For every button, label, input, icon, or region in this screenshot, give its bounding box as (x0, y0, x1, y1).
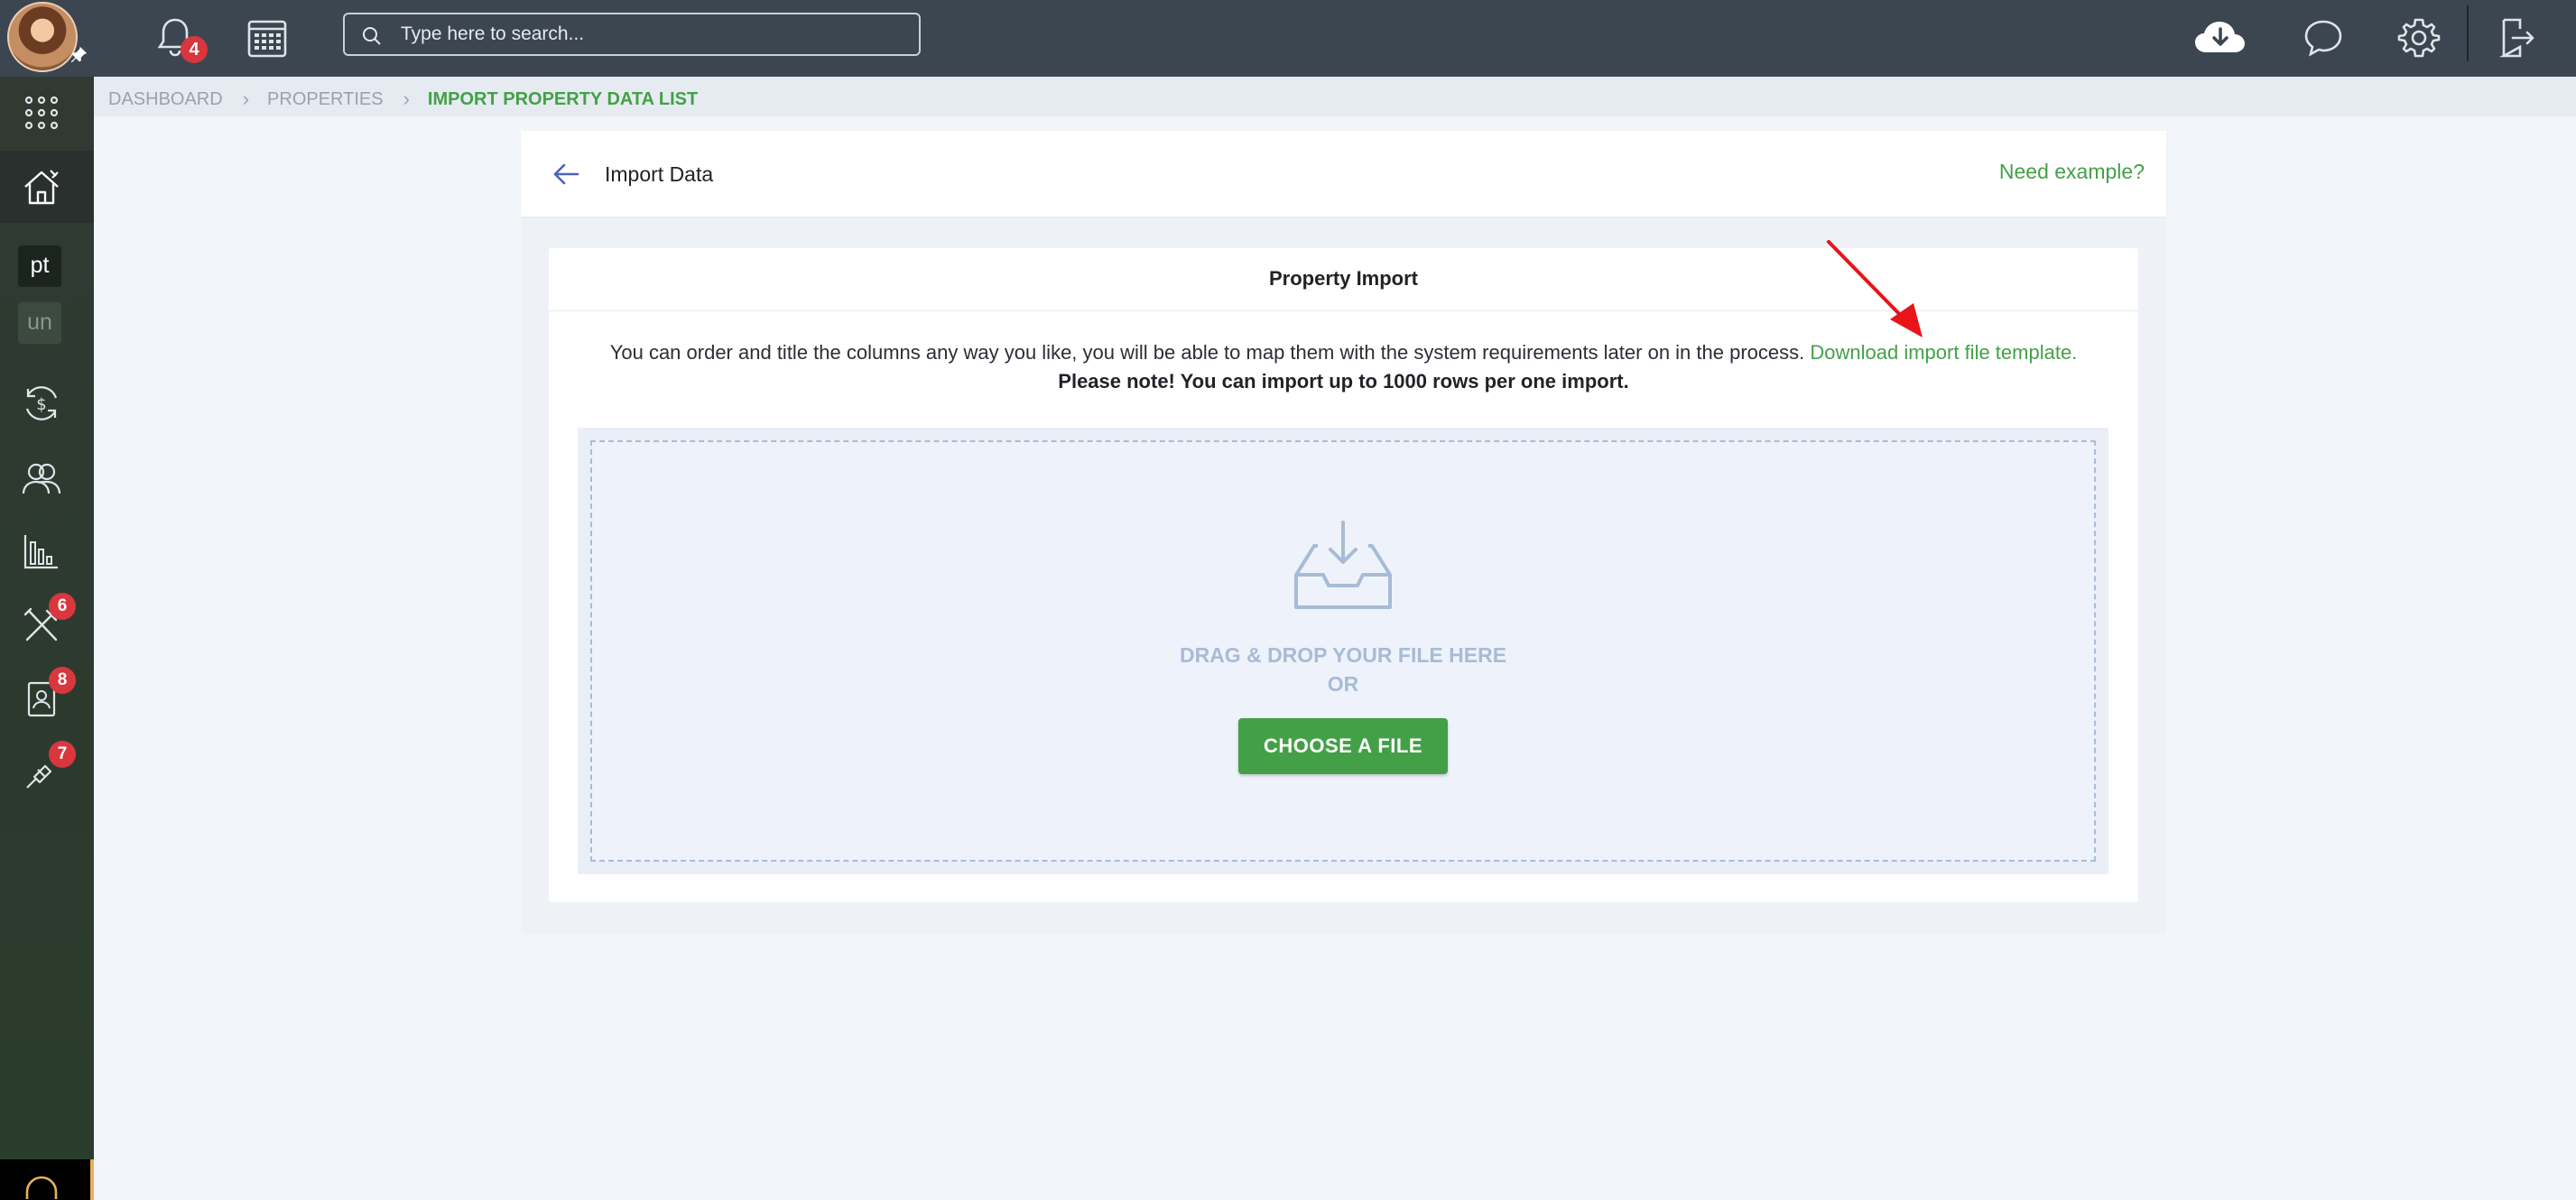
sidebar-item-integrations[interactable]: 7 (0, 737, 94, 809)
sidebar-item-people[interactable] (0, 441, 94, 513)
sidebar-item-reports[interactable] (0, 515, 94, 587)
page-title: Import Data (605, 162, 714, 186)
sidebar-item-finance[interactable]: $ (0, 367, 94, 439)
choose-file-button[interactable]: CHOOSE A FILE (1238, 718, 1448, 774)
breadcrumb-properties[interactable]: PROPERTIES (267, 89, 384, 110)
sidebar-item-maintenance[interactable]: 6 (0, 589, 94, 661)
users-icon (22, 463, 61, 494)
card-header (521, 131, 2166, 217)
search-icon (363, 27, 381, 45)
support-accent (90, 1159, 94, 1200)
top-bar: 4 (0, 0, 2576, 77)
notifications-button[interactable]: 4 (144, 0, 217, 77)
breadcrumb: DASHBOARD › PROPERTIES › IMPORT PROPERTY… (108, 88, 698, 111)
breadcrumb-chevron-icon: › (403, 88, 410, 110)
notifications-badge: 4 (181, 36, 208, 63)
back-arrow-icon[interactable] (552, 162, 579, 186)
search-input[interactable] (401, 20, 906, 49)
info-description: You can order and title the columns any … (609, 341, 1805, 364)
breadcrumb-dashboard[interactable]: DASHBOARD (108, 89, 223, 110)
tools-badge: 6 (49, 593, 76, 620)
sidebar-chip-pt[interactable]: pt (18, 245, 61, 287)
svg-text:$: $ (36, 395, 46, 414)
import-limit-note: Please note! You can import up to 1000 r… (1058, 370, 1629, 392)
bar-chart-icon (23, 535, 58, 569)
search-box[interactable] (343, 13, 921, 56)
drop-instructions: DRAG & DROP YOUR FILE HERE OR (590, 641, 2096, 698)
need-example-link[interactable]: Need example? (1999, 160, 2145, 184)
sidebar-chip-un[interactable]: un (18, 302, 61, 344)
headset-icon (25, 1176, 58, 1199)
links-badge: 7 (49, 741, 76, 768)
sidebar-item-contacts[interactable]: 8 (0, 663, 94, 735)
inbox-download-icon (1294, 521, 1392, 609)
cloud-download-icon[interactable] (2191, 13, 2249, 63)
gear-icon[interactable] (2394, 13, 2444, 63)
user-avatar[interactable] (7, 2, 78, 72)
calendar-icon[interactable] (242, 13, 292, 63)
house-icon (24, 170, 59, 205)
money-cycle-icon: $ (25, 386, 58, 420)
section-title: Property Import (549, 248, 2138, 311)
sidebar-item-apps[interactable] (0, 77, 94, 149)
sidebar: pt un $ 6 8 7 (0, 77, 94, 1200)
sidebar-item-properties[interactable] (0, 151, 94, 223)
grid-icon (24, 96, 59, 130)
logout-icon[interactable] (2491, 13, 2542, 63)
download-template-link[interactable]: Download import file template. (1810, 341, 2077, 364)
support-button[interactable] (0, 1159, 90, 1200)
contacts-badge: 8 (49, 667, 76, 694)
info-text: You can order and title the columns any … (549, 341, 2138, 365)
breadcrumb-chevron-icon: › (242, 88, 250, 110)
breadcrumb-bar: DASHBOARD › PROPERTIES › IMPORT PROPERTY… (94, 77, 2576, 116)
topbar-divider (2467, 5, 2469, 61)
drop-line-2: OR (1327, 672, 1359, 696)
pin-icon[interactable] (69, 45, 88, 65)
chat-icon[interactable] (2298, 13, 2349, 63)
breadcrumb-current: IMPORT PROPERTY DATA LIST (427, 88, 699, 109)
drop-line-1: DRAG & DROP YOUR FILE HERE (1179, 643, 1507, 667)
